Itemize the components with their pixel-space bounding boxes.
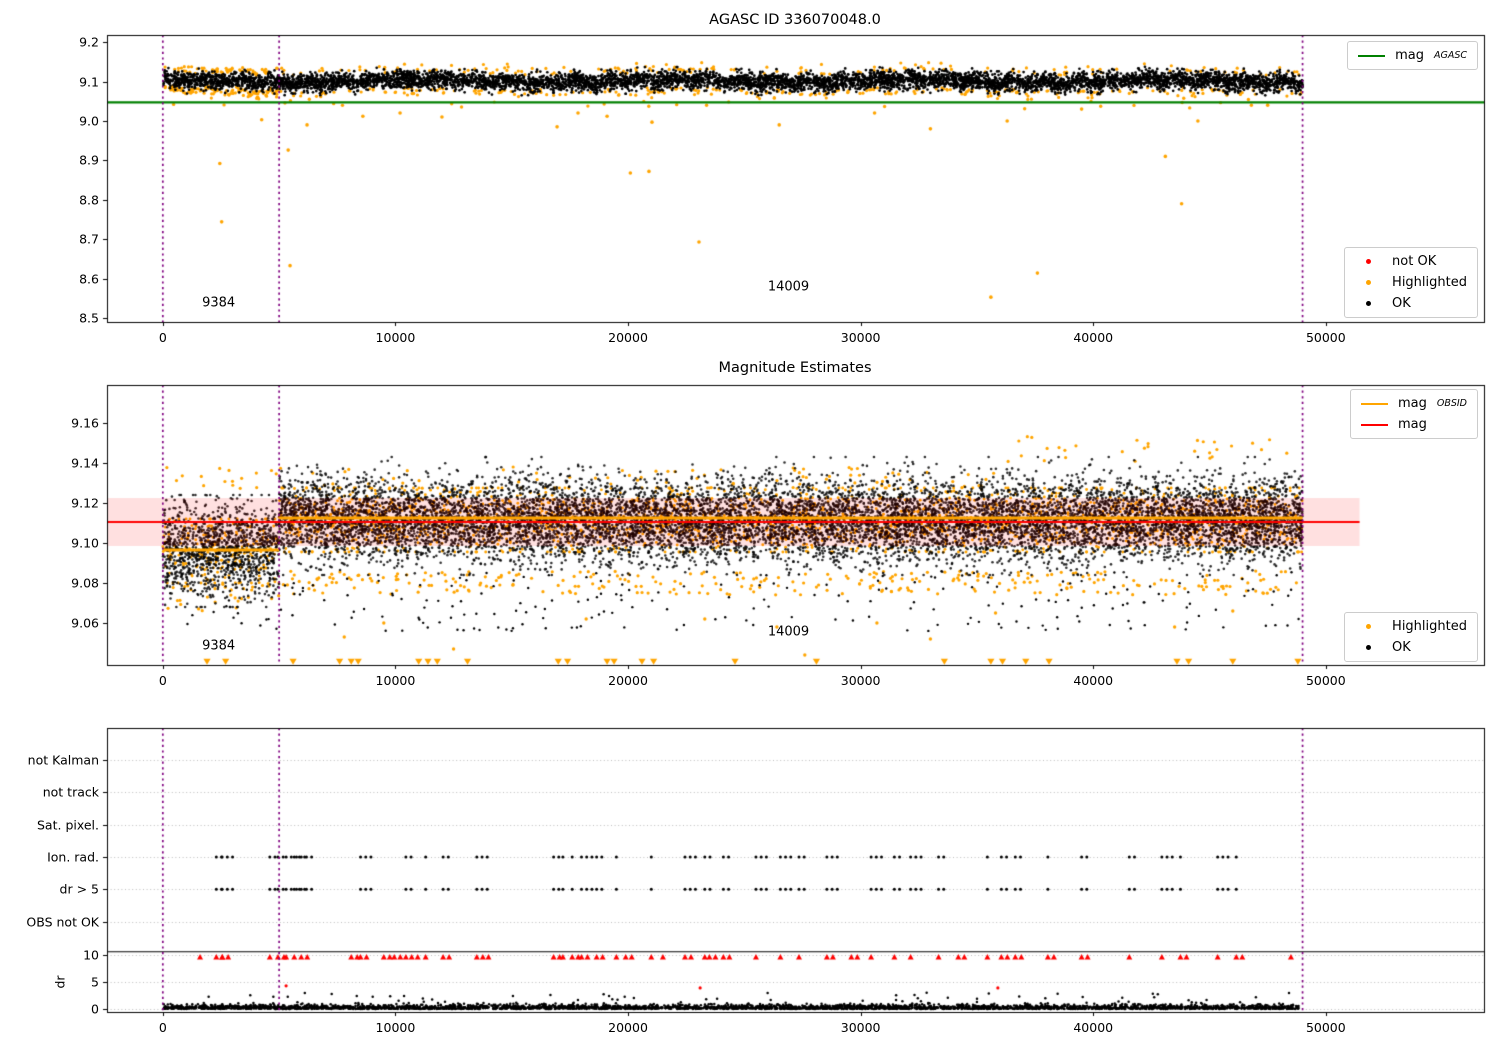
y-tick-label: 8.6 bbox=[79, 271, 99, 287]
x-tick-label: 10000 bbox=[375, 673, 416, 688]
legend-label: OK bbox=[1392, 640, 1411, 655]
dr-tick-label: 0 bbox=[91, 1001, 99, 1017]
x-tick-label: 0 bbox=[158, 330, 167, 345]
legend-row: OK bbox=[1355, 296, 1467, 311]
x-tick-label: 30000 bbox=[840, 330, 881, 345]
x-tick-label: 50000 bbox=[1305, 673, 1346, 688]
legend-row: Highlighted bbox=[1355, 275, 1467, 290]
top-plot-title: AGASC ID 336070048.0 bbox=[709, 12, 881, 28]
marker-glyph bbox=[1366, 645, 1372, 650]
middle-plot-title: Magnitude Estimates bbox=[718, 360, 872, 376]
x-tick-label: 40000 bbox=[1073, 330, 1114, 345]
y-tick-label: 9.2 bbox=[79, 34, 99, 50]
marker-glyph bbox=[1366, 259, 1372, 264]
x-tick-label: 20000 bbox=[608, 330, 648, 345]
y-tick-label: 8.5 bbox=[79, 310, 99, 326]
flag-row-label: dr > 5 bbox=[59, 881, 99, 897]
dr-tick-label: 10 bbox=[83, 947, 99, 963]
obsid-annotation-9384-top: 9384 bbox=[202, 295, 236, 311]
legend-row: mag bbox=[1360, 417, 1467, 432]
y-tick-label: 9.1 bbox=[79, 74, 99, 90]
x-tick-label: 20000 bbox=[608, 673, 648, 688]
x-tick-label: 10000 bbox=[375, 330, 416, 345]
obsid-annotation-14009-middle: 14009 bbox=[767, 624, 810, 640]
legend-point-status-top: not OK Highlighted OK bbox=[1344, 247, 1478, 318]
legend-label: Highlighted bbox=[1392, 275, 1467, 290]
marker-glyph bbox=[1360, 423, 1388, 426]
y-tick-label: 9.06 bbox=[71, 615, 99, 631]
marker-glyph bbox=[1366, 301, 1372, 306]
dr-axis-label: dr bbox=[52, 975, 68, 989]
x-tick-label: 30000 bbox=[840, 1020, 881, 1035]
x-tick-label: 0 bbox=[158, 1020, 167, 1035]
legend-dot-marker bbox=[1355, 645, 1382, 650]
flag-row-label: Ion. rad. bbox=[47, 849, 99, 865]
legend-row: OK bbox=[1355, 640, 1467, 655]
flag-row-label: Sat. pixel. bbox=[37, 817, 99, 833]
flag-row-label: not Kalman bbox=[27, 752, 99, 768]
x-tick-label: 40000 bbox=[1073, 673, 1114, 688]
y-tick-label: 9.12 bbox=[71, 495, 99, 511]
y-tick-label: 9.08 bbox=[71, 575, 99, 591]
legend-dot-marker bbox=[1355, 301, 1382, 306]
dr-tick-label: 5 bbox=[91, 974, 99, 990]
legend-label-subscript: AGASC bbox=[1433, 50, 1467, 61]
x-tick-label: 50000 bbox=[1305, 1020, 1346, 1035]
legend-row: Highlighted bbox=[1355, 619, 1467, 634]
x-tick-label: 40000 bbox=[1073, 1020, 1114, 1035]
marker-glyph bbox=[1360, 402, 1388, 405]
legend-label: OK bbox=[1392, 296, 1411, 311]
plots-canvas bbox=[0, 0, 1500, 1050]
legend-line-swatch bbox=[1358, 54, 1386, 57]
flag-row-label: OBS not OK bbox=[26, 914, 99, 929]
legend-row: mag AGASC bbox=[1358, 48, 1467, 63]
marker-glyph bbox=[1366, 624, 1372, 629]
x-tick-label: 20000 bbox=[608, 1020, 648, 1035]
marker-glyph bbox=[1358, 54, 1386, 57]
x-tick-label: 50000 bbox=[1305, 330, 1346, 345]
legend-label: mag bbox=[1395, 48, 1424, 63]
legend-label-subscript: OBSID bbox=[1436, 398, 1467, 409]
legend-label: mag bbox=[1397, 417, 1427, 432]
legend-dot-marker bbox=[1355, 259, 1382, 264]
obsid-annotation-9384-middle: 9384 bbox=[202, 638, 236, 654]
figure: AGASC ID 336070048.0 Magnitude Estimates… bbox=[0, 0, 1500, 1050]
legend-row: not OK bbox=[1355, 254, 1467, 269]
y-tick-label: 9.16 bbox=[71, 415, 99, 431]
legend-row: mag OBSID bbox=[1360, 396, 1467, 411]
legend-point-status-mid: Highlighted OK bbox=[1344, 612, 1478, 662]
x-tick-label: 30000 bbox=[840, 673, 881, 688]
y-tick-label: 9.14 bbox=[71, 455, 99, 471]
legend-line-swatch bbox=[1360, 402, 1388, 405]
marker-glyph bbox=[1366, 280, 1372, 285]
legend-label: not OK bbox=[1392, 254, 1437, 269]
y-tick-label: 9.0 bbox=[79, 113, 99, 129]
legend-dot-marker bbox=[1355, 280, 1382, 285]
legend-label: Highlighted bbox=[1392, 619, 1467, 634]
y-tick-label: 8.7 bbox=[79, 231, 99, 247]
legend-mag-lines: mag OBSID mag bbox=[1349, 389, 1478, 439]
legend-line-swatch bbox=[1360, 423, 1388, 426]
y-tick-label: 9.10 bbox=[71, 535, 99, 551]
flag-row-label: not track bbox=[42, 784, 99, 800]
x-tick-label: 0 bbox=[158, 673, 167, 688]
legend-mag-agasc: mag AGASC bbox=[1347, 41, 1478, 70]
x-tick-label: 10000 bbox=[375, 1020, 416, 1035]
obsid-annotation-14009-top: 14009 bbox=[767, 279, 810, 295]
y-tick-label: 8.9 bbox=[79, 152, 99, 168]
legend-label: mag bbox=[1397, 396, 1427, 411]
legend-dot-marker bbox=[1355, 624, 1382, 629]
y-tick-label: 8.8 bbox=[79, 192, 99, 208]
